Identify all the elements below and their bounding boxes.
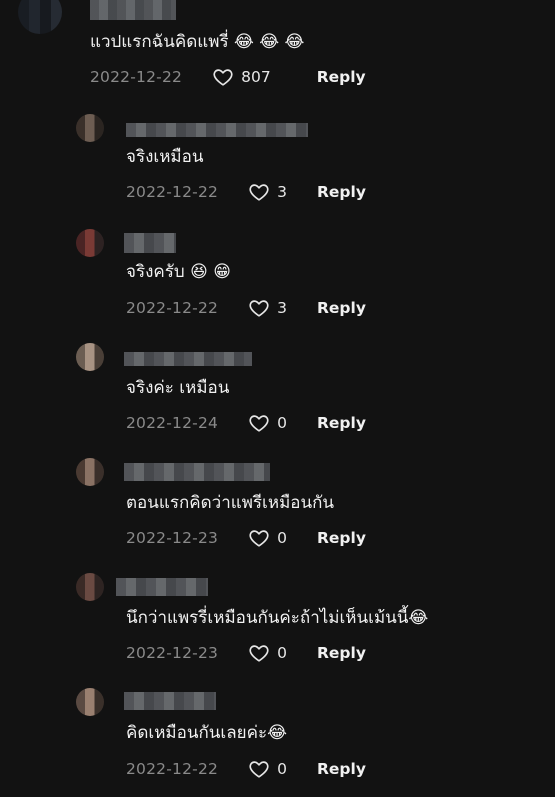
reply-button[interactable]: Reply (317, 644, 366, 662)
username-blurred[interactable] (124, 692, 216, 710)
reply-meta: 2022-12-22 0 Reply (126, 758, 366, 780)
username-blurred[interactable] (124, 352, 252, 366)
reply-text: จริงเหมือน (126, 147, 204, 167)
reply-meta: 2022-12-24 0 Reply (126, 412, 366, 434)
username-blurred[interactable] (90, 0, 176, 20)
reply-text: นึกว่าแพรรี่เหมือนกันค่ะถ้าไม่เห็นเม้นนี… (126, 608, 429, 628)
heart-outline-icon (249, 645, 269, 662)
heart-outline-icon (249, 530, 269, 547)
heart-outline-icon (249, 415, 269, 432)
like-count: 807 (241, 68, 271, 86)
comment-meta: 2022-12-22 807 Reply (90, 66, 366, 88)
reply-date: 2022-12-22 (126, 760, 219, 778)
username-blurred[interactable] (116, 578, 208, 596)
heart-outline-icon (249, 300, 269, 317)
reply-date: 2022-12-23 (126, 644, 219, 662)
like-count: 3 (277, 299, 287, 317)
avatar[interactable] (76, 114, 104, 142)
reply-button[interactable]: Reply (317, 529, 366, 547)
reply-button[interactable]: Reply (317, 414, 366, 432)
like-count: 0 (277, 760, 287, 778)
comment-date: 2022-12-22 (90, 68, 183, 86)
like-count: 0 (277, 529, 287, 547)
reply-button[interactable]: Reply (317, 183, 366, 201)
reply-date: 2022-12-23 (126, 529, 219, 547)
heart-outline-icon (213, 69, 233, 86)
avatar[interactable] (76, 458, 104, 486)
avatar[interactable] (76, 573, 104, 601)
heart-outline-icon (249, 184, 269, 201)
like-count: 0 (277, 414, 287, 432)
comment-thread: แวปแรกฉันคิดแพรี่ 😂 😂 😂 2022-12-22 807 R… (0, 0, 555, 797)
avatar[interactable] (76, 688, 104, 716)
reply-text: จริงค่ะ เหมือน (126, 378, 230, 398)
username-blurred[interactable] (126, 123, 308, 137)
like-button[interactable]: 3 (248, 297, 287, 319)
username-blurred[interactable] (124, 233, 176, 253)
reply-date: 2022-12-22 (126, 183, 219, 201)
reply-text: ตอนแรกคิดว่าแพรีเหมือนกัน (126, 493, 335, 513)
reply-meta: 2022-12-22 3 Reply (126, 297, 366, 319)
like-count: 3 (277, 183, 287, 201)
reply-meta: 2022-12-23 0 Reply (126, 642, 366, 664)
like-button[interactable]: 0 (248, 527, 287, 549)
avatar[interactable] (76, 343, 104, 371)
like-button[interactable]: 807 (212, 66, 271, 88)
avatar[interactable] (76, 229, 104, 257)
reply-text: จริงครับ 😆 😁 (126, 262, 231, 282)
reply-button[interactable]: Reply (317, 760, 366, 778)
like-button[interactable]: 0 (248, 642, 287, 664)
username-blurred[interactable] (124, 463, 270, 481)
reply-date: 2022-12-22 (126, 299, 219, 317)
like-count: 0 (277, 644, 287, 662)
comment-text: แวปแรกฉันคิดแพรี่ 😂 😂 😂 (90, 32, 305, 52)
reply-text: คิดเหมือนกันเลยค่ะ😂 (126, 723, 287, 743)
like-button[interactable]: 0 (248, 758, 287, 780)
reply-date: 2022-12-24 (126, 414, 219, 432)
heart-outline-icon (249, 761, 269, 778)
reply-meta: 2022-12-22 3 Reply (126, 181, 366, 203)
reply-button[interactable]: Reply (317, 68, 366, 86)
avatar[interactable] (18, 0, 62, 34)
reply-button[interactable]: Reply (317, 299, 366, 317)
reply-meta: 2022-12-23 0 Reply (126, 527, 366, 549)
like-button[interactable]: 3 (248, 181, 287, 203)
like-button[interactable]: 0 (248, 412, 287, 434)
